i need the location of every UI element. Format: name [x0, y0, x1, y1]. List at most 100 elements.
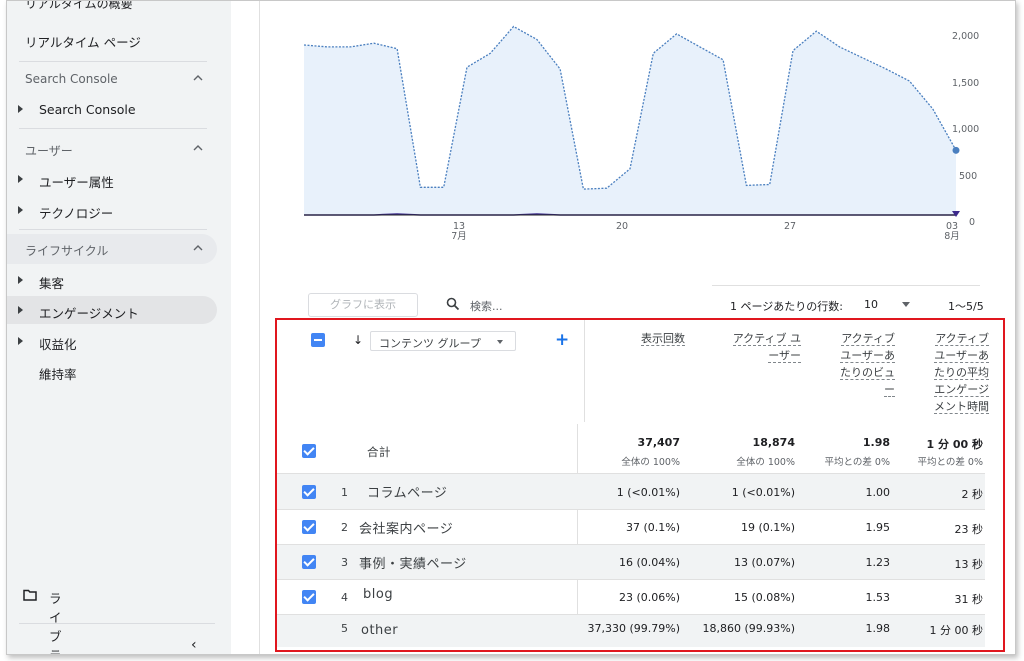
- sidebar-item-demographics[interactable]: ユーザー属性: [7, 165, 217, 193]
- row-checkbox[interactable]: [302, 555, 316, 569]
- cell-avg-engagement: 2 秒: [961, 488, 984, 501]
- sort-desc-icon[interactable]: ↓: [353, 333, 363, 347]
- y-tick-label: 500: [959, 171, 977, 182]
- select-all-checkbox[interactable]: [311, 333, 325, 347]
- cell-active-users: 15 (0.08%): [733, 591, 795, 604]
- series-end-marker: [952, 146, 960, 154]
- column-header-active-users[interactable]: アクティブ ユ ーザー: [715, 330, 801, 364]
- folder-icon: [23, 589, 37, 601]
- sidebar-item-label: テクノロジー: [39, 206, 114, 221]
- sidebar-item-engagement[interactable]: エンゲージメント: [7, 296, 217, 324]
- total-checkbox[interactable]: [302, 444, 316, 458]
- cell-views: 37 (0.1%): [625, 521, 680, 534]
- chevron-up-icon: [193, 75, 203, 81]
- section-search-console[interactable]: Search Console: [7, 64, 217, 94]
- column-header-views-per-user[interactable]: アクティブ ユーザーあ たりのビュ ー: [825, 330, 895, 398]
- sidebar-item-label: 維持率: [39, 367, 77, 382]
- sidebar-item-label: ユーザー属性: [39, 175, 114, 190]
- row-checkbox[interactable]: [302, 485, 316, 499]
- sidebar-item-label: 集客: [39, 276, 65, 291]
- library-label: ライブラリ: [49, 591, 62, 654]
- cell-views: 23 (0.06%): [618, 591, 680, 604]
- cell-views-per-user: 1.23: [865, 556, 891, 569]
- rows-per-page-select[interactable]: 10: [864, 298, 878, 311]
- section-label: ライフサイクル: [25, 244, 109, 258]
- expand-arrow-icon: [18, 337, 23, 345]
- column-header-views[interactable]: 表示回数: [625, 330, 685, 347]
- row-number: 2: [341, 521, 348, 534]
- sidebar-item-realtime-overview[interactable]: リアルタイムの概要: [25, 1, 133, 12]
- row-checkbox[interactable]: [302, 590, 316, 604]
- dimension-select[interactable]: コンテンツ グループ: [370, 331, 516, 351]
- add-dimension-icon[interactable]: +: [555, 330, 569, 350]
- show-in-graph-button[interactable]: グラフに表示: [308, 293, 418, 317]
- cell-views: 16 (0.04%): [618, 556, 680, 569]
- y-tick-label: 0: [969, 217, 975, 228]
- total-views: 37,407: [637, 436, 680, 449]
- row-checkbox[interactable]: [302, 520, 316, 534]
- rows-per-page-label: 1 ページあたりの行数:: [730, 300, 843, 313]
- table-row[interactable]: 5 other 37,330 (99.79%) 18,860 (99.93%) …: [275, 615, 985, 647]
- expand-arrow-icon: [18, 276, 23, 284]
- section-label: Search Console: [25, 72, 118, 86]
- y-tick-label: 1,000: [952, 124, 979, 135]
- row-number: 3: [341, 556, 348, 569]
- total-active-users: 18,874: [752, 436, 795, 449]
- total-views-per-user: 1.98: [862, 436, 890, 449]
- chevron-left-icon[interactable]: ‹: [191, 637, 197, 653]
- cell-avg-engagement: 1 分 00 秒: [929, 624, 984, 637]
- search-input[interactable]: 検索...: [470, 298, 503, 314]
- sidebar-item-realtime-page[interactable]: リアルタイム ページ: [25, 32, 141, 51]
- dropdown-arrow-icon: [497, 340, 503, 344]
- sidebar-item-retention[interactable]: 維持率: [7, 357, 217, 385]
- row-content-group[interactable]: コラムページ: [367, 482, 447, 501]
- column-header-avg-engagement[interactable]: アクティブ ユーザーあ たりの平均 エンゲージ メント時間: [915, 330, 989, 415]
- pagination-status: 1〜5/5: [948, 300, 984, 313]
- header-text: アクティブ: [841, 332, 895, 346]
- header-text: 表示回数: [641, 332, 685, 346]
- header-text: ユーザーあ: [840, 349, 895, 363]
- row-content-group[interactable]: blog: [363, 587, 393, 602]
- window-frame: リアルタイムの概要 リアルタイム ページ Search Console Sear…: [6, 0, 1016, 655]
- cell-active-users: 18,860 (99.93%): [702, 622, 795, 635]
- header-text: ーザー: [768, 349, 801, 363]
- sidebar-item-acquisition[interactable]: 集客: [7, 266, 217, 294]
- x-tick-label: 20: [616, 221, 628, 232]
- header-text: たりのビュ: [840, 366, 895, 380]
- sidebar-item-technology[interactable]: テクノロジー: [7, 196, 217, 224]
- y-tick-label: 1,500: [952, 78, 979, 89]
- header-text: アクティブ: [935, 332, 989, 346]
- sidebar-item-monetization[interactable]: 収益化: [7, 327, 217, 355]
- divider: [19, 61, 207, 62]
- cell-active-users: 1 (<0.01%): [731, 486, 795, 499]
- total-views-per-user-sub: 平均との差 0%: [824, 457, 891, 468]
- row-content-group[interactable]: 会社案内ページ: [359, 518, 453, 537]
- header-text: アクティブ ユ: [732, 332, 801, 346]
- table-row[interactable]: 1 コラムページ 1 (<0.01%) 1 (<0.01%) 1.00 2 秒: [275, 474, 985, 509]
- search-icon[interactable]: [446, 297, 460, 311]
- row-content-group[interactable]: other: [361, 623, 398, 638]
- cell-views: 37,330 (99.79%): [587, 622, 680, 635]
- cell-views: 1 (<0.01%): [616, 486, 680, 499]
- data-table: ↓ コンテンツ グループ + 表示回数 アクティブ ユ ーザー アクティブ ユー…: [275, 318, 1005, 651]
- x-tick-label: 7月: [451, 231, 467, 242]
- divider: [19, 623, 215, 624]
- section-user[interactable]: ユーザー: [7, 134, 217, 164]
- cell-avg-engagement: 31 秒: [954, 593, 984, 606]
- table-row[interactable]: 4 blog 23 (0.06%) 15 (0.08%) 1.53 31 秒: [275, 580, 985, 614]
- sidebar-item-search-console[interactable]: Search Console: [7, 95, 217, 123]
- total-views-sub: 全体の 100%: [621, 457, 680, 468]
- row-number: 1: [341, 486, 348, 499]
- series-area-fill: [304, 26, 956, 215]
- header-text: メント時間: [934, 400, 989, 414]
- header-text: ユーザーあ: [934, 349, 989, 363]
- row-number: 5: [341, 622, 348, 635]
- section-lifecycle[interactable]: ライフサイクル: [7, 234, 217, 264]
- table-row[interactable]: 3 事例・実績ページ 16 (0.04%) 13 (0.07%) 1.23 13…: [275, 545, 985, 579]
- cell-views-per-user: 1.00: [865, 486, 891, 499]
- row-content-group[interactable]: 事例・実績ページ: [359, 553, 467, 572]
- x-tick-label: 27: [784, 221, 796, 232]
- table-row[interactable]: 2 会社案内ページ 37 (0.1%) 19 (0.1%) 1.95 23 秒: [275, 510, 985, 544]
- y-tick-label: 2,000: [952, 31, 979, 42]
- dropdown-arrow-icon[interactable]: [902, 302, 910, 307]
